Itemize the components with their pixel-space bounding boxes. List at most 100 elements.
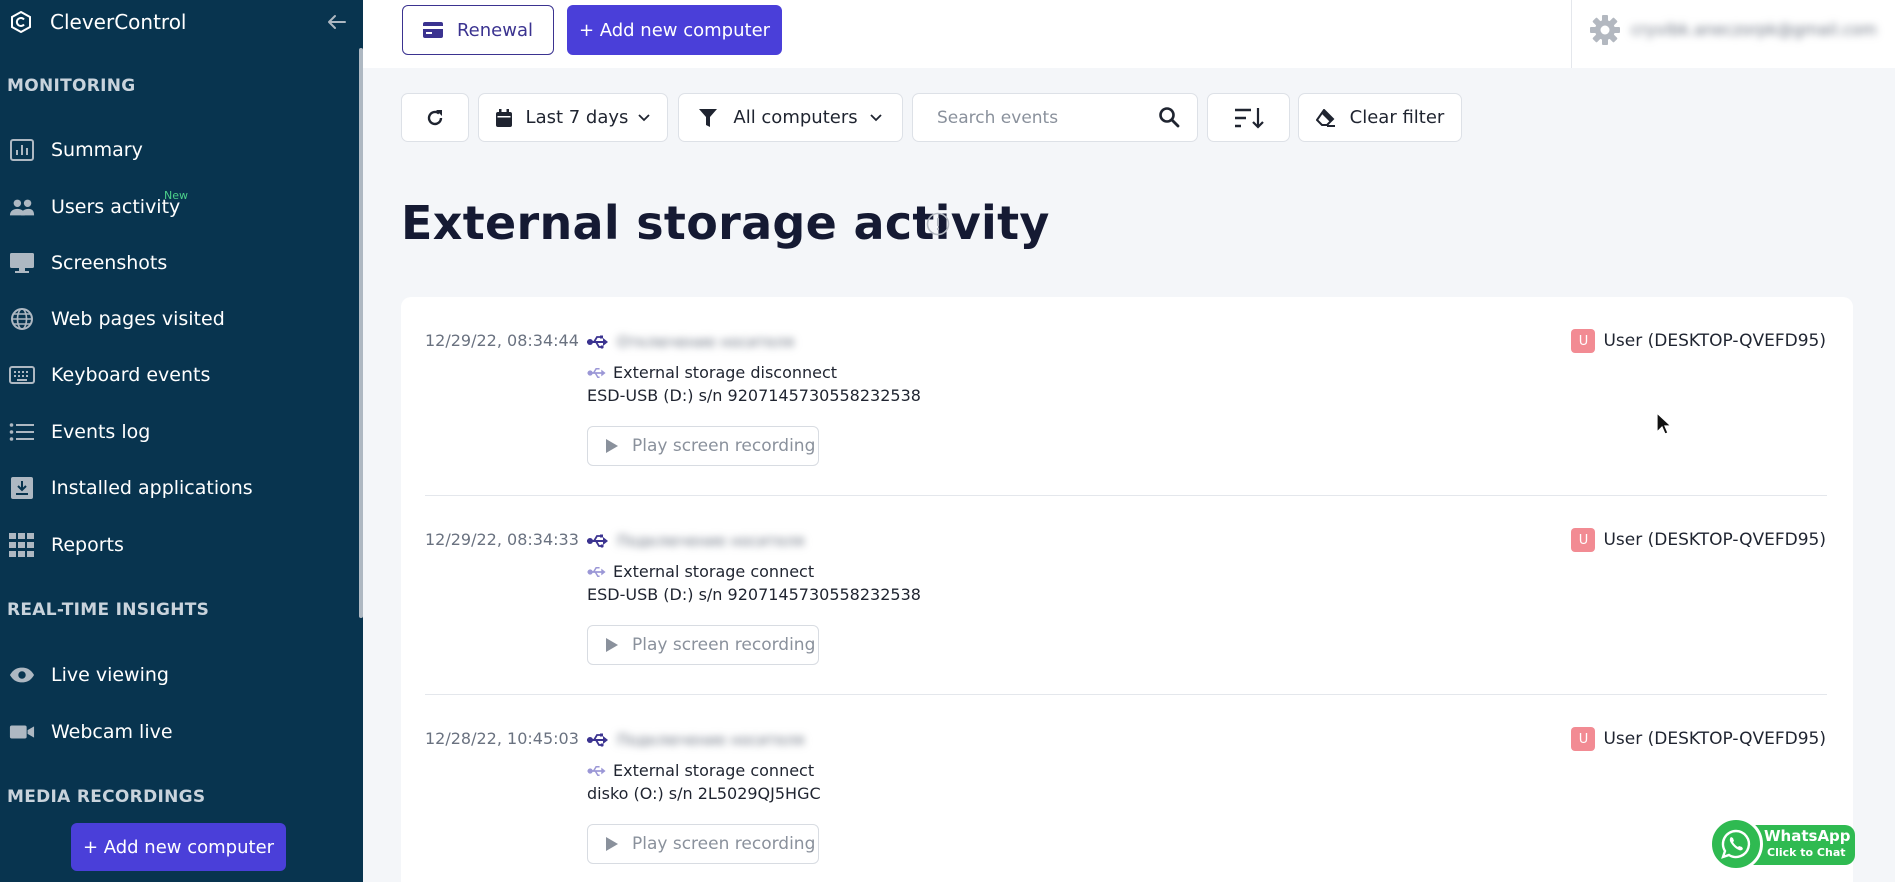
add-new-computer-button[interactable]: + Add new computer	[567, 5, 782, 55]
avatar: U	[1571, 329, 1596, 353]
user-email[interactable]: cryvibk.aneczorpk@gmail.com	[1631, 20, 1877, 39]
play-label: Play screen recording	[632, 834, 816, 854]
top-bar: Renewal + Add new computer cryvibk.anecz…	[363, 0, 1895, 68]
event-type-label: External storage connect	[613, 562, 815, 581]
brand[interactable]: CleverControl	[10, 8, 186, 36]
event-time: 12/29/22, 08:34:33	[425, 530, 579, 549]
sidebar-item-label: Web pages visited	[51, 308, 225, 330]
section-real-time-insights: REAL-TIME INSIGHTS	[7, 600, 210, 620]
calendar-icon	[495, 108, 512, 127]
refresh-icon	[426, 109, 444, 127]
sidebar: CleverControl MONITORING Summary Users a…	[0, 0, 363, 882]
logo-icon	[10, 11, 32, 33]
event-device: disko (O:) s/n 2L5029QJ5HGC	[587, 784, 821, 803]
page-title: External storage activity	[401, 196, 1050, 250]
globe-icon	[9, 306, 35, 332]
sidebar-item-label: Users activity	[51, 196, 181, 218]
play-screen-recording-button[interactable]: Play screen recording	[587, 625, 819, 665]
sidebar-item-keyboard-events[interactable]: Keyboard events	[0, 353, 355, 397]
video-camera-icon	[9, 719, 35, 745]
usb-icon	[587, 335, 608, 349]
event-type-label: External storage connect	[613, 761, 815, 780]
sidebar-item-screenshots[interactable]: Screenshots	[0, 241, 355, 285]
play-icon	[606, 638, 618, 652]
sidebar-item-webcam-live[interactable]: Webcam live	[0, 710, 355, 754]
renewal-label: Renewal	[456, 19, 533, 41]
event-title-blurred: Подключение носителя	[617, 731, 805, 749]
info-icon[interactable]	[926, 212, 950, 236]
collapse-sidebar-button[interactable]	[324, 9, 350, 35]
topbar-divider	[1571, 0, 1572, 68]
grid-icon	[9, 532, 35, 558]
sidebar-item-label: Installed applications	[51, 477, 253, 499]
avatar: U	[1571, 727, 1596, 751]
sidebar-item-events-log[interactable]: Events log	[0, 410, 355, 454]
gear-icon[interactable]	[1589, 14, 1621, 46]
event-user-label: User (DESKTOP-QVEFD95)	[1603, 729, 1826, 749]
sidebar-add-computer-button[interactable]: + Add new computer	[71, 823, 286, 871]
mouse-cursor-icon	[1656, 412, 1672, 435]
sidebar-item-live-viewing[interactable]: Live viewing	[0, 653, 355, 697]
whatsapp-subtitle: Click to Chat	[1767, 846, 1846, 859]
eye-icon	[9, 662, 35, 688]
new-badge: New	[164, 189, 188, 202]
play-screen-recording-button[interactable]: Play screen recording	[587, 824, 819, 864]
whatsapp-title: WhatsApp	[1764, 827, 1851, 845]
event-type: External storage connect	[587, 761, 814, 780]
event-type: External storage connect	[587, 562, 814, 581]
play-screen-recording-button[interactable]: Play screen recording	[587, 426, 819, 466]
event-time: 12/29/22, 08:34:44	[425, 331, 579, 350]
sidebar-item-web-pages[interactable]: Web pages visited	[0, 297, 355, 341]
computers-filter-dropdown[interactable]: All computers	[678, 93, 903, 142]
arrow-left-icon	[328, 15, 346, 29]
usb-icon	[587, 765, 607, 777]
play-icon	[606, 439, 618, 453]
event-user[interactable]: U User (DESKTOP-QVEFD95)	[1571, 329, 1826, 353]
computers-filter-label: All computers	[733, 107, 858, 128]
sidebar-item-reports[interactable]: Reports	[0, 523, 355, 567]
event-user[interactable]: U User (DESKTOP-QVEFD95)	[1571, 727, 1826, 751]
section-monitoring: MONITORING	[7, 76, 136, 96]
event-row: 12/29/22, 08:34:44 Отключение носителя E…	[401, 297, 1853, 496]
clear-filter-label: Clear filter	[1349, 107, 1445, 128]
sidebar-item-label: Screenshots	[51, 252, 168, 274]
renewal-button[interactable]: Renewal	[402, 5, 554, 55]
monitor-icon	[9, 250, 35, 276]
usb-icon	[587, 534, 608, 548]
sort-button[interactable]	[1207, 93, 1290, 142]
date-range-dropdown[interactable]: Last 7 days	[478, 93, 668, 142]
event-title: Отключение носителя	[587, 333, 794, 351]
search-input[interactable]	[937, 106, 1147, 130]
event-type-label: External storage disconnect	[613, 363, 838, 382]
search-icon[interactable]	[1158, 106, 1180, 132]
refresh-button[interactable]	[401, 93, 469, 142]
sidebar-item-installed-applications[interactable]: Installed applications	[0, 466, 355, 510]
section-media-recordings: MEDIA RECORDINGS	[7, 787, 206, 807]
sidebar-item-label: Live viewing	[51, 664, 169, 686]
avatar: U	[1571, 528, 1596, 552]
credit-card-icon	[422, 22, 443, 38]
event-user-label: User (DESKTOP-QVEFD95)	[1603, 530, 1826, 550]
sidebar-item-users-activity[interactable]: Users activity New	[0, 185, 355, 229]
sidebar-item-label: Summary	[51, 139, 143, 161]
sidebar-item-label: Events log	[51, 421, 151, 443]
eraser-icon	[1315, 108, 1336, 127]
whatsapp-chat-button[interactable]: WhatsApp Click to Chat	[1709, 817, 1855, 872]
sidebar-item-label: Keyboard events	[51, 364, 211, 386]
event-user[interactable]: U User (DESKTOP-QVEFD95)	[1571, 528, 1826, 552]
usb-icon	[587, 733, 608, 747]
clear-filter-button[interactable]: Clear filter	[1298, 93, 1462, 142]
sidebar-item-label: Webcam live	[51, 721, 173, 743]
sidebar-item-summary[interactable]: Summary	[0, 128, 355, 172]
event-user-label: User (DESKTOP-QVEFD95)	[1603, 331, 1826, 351]
sidebar-scrollbar[interactable]	[359, 48, 363, 618]
whatsapp-icon	[1709, 817, 1763, 871]
chevron-down-icon	[869, 113, 882, 122]
sidebar-item-label: Reports	[51, 534, 124, 556]
play-label: Play screen recording	[632, 436, 816, 456]
event-title: Подключение носителя	[587, 532, 804, 550]
event-device: ESD-USB (D:) s/n 9207145730558232538	[587, 386, 921, 405]
brand-name: CleverControl	[50, 10, 187, 34]
bar-chart-icon	[9, 137, 35, 163]
filter-icon	[699, 108, 718, 127]
